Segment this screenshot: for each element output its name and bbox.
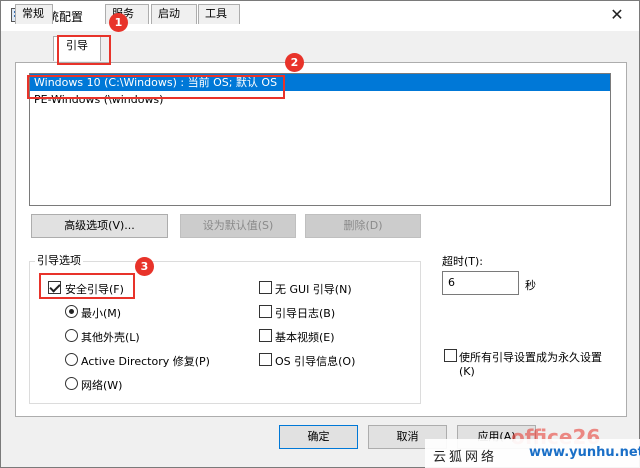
- boot-log-checkbox[interactable]: [259, 305, 272, 318]
- boot-tab-highlight: [57, 35, 111, 65]
- step-marker-2: 2: [285, 53, 304, 72]
- os-entry-highlight: [27, 75, 285, 99]
- alternate-shell-radio[interactable]: [65, 329, 78, 342]
- network-label[interactable]: 网络(W): [81, 377, 122, 393]
- base-video-checkbox[interactable]: [259, 329, 272, 342]
- boot-log-label[interactable]: 引导日志(B): [275, 305, 335, 321]
- base-video-label[interactable]: 基本视频(E): [275, 329, 335, 345]
- tab-startup[interactable]: 启动: [151, 4, 197, 24]
- network-radio[interactable]: [65, 377, 78, 390]
- close-icon[interactable]: ✕: [605, 4, 629, 26]
- permanent-settings-label[interactable]: 使所有引导设置成为永久设置: [459, 349, 602, 365]
- step-marker-3: 3: [135, 257, 154, 276]
- alternate-shell-label[interactable]: 其他外壳(L): [81, 329, 140, 345]
- permanent-settings-shortcut[interactable]: (K): [459, 365, 475, 378]
- watermark-brand: 云狐网络: [433, 450, 498, 465]
- set-default-button[interactable]: 设为默认值(S): [180, 214, 296, 238]
- watermark-url: www.yunhu.net: [529, 445, 640, 460]
- step-marker-1: 1: [109, 13, 128, 32]
- os-boot-info-label[interactable]: OS 引导信息(O): [275, 353, 355, 369]
- no-gui-boot-checkbox[interactable]: [259, 281, 272, 294]
- timeout-input[interactable]: 6: [442, 271, 519, 295]
- safe-boot-highlight: [39, 273, 135, 299]
- ok-button[interactable]: 确定: [279, 425, 358, 449]
- delete-button[interactable]: 删除(D): [305, 214, 421, 238]
- os-boot-info-checkbox[interactable]: [259, 353, 272, 366]
- no-gui-boot-label[interactable]: 无 GUI 引导(N): [275, 281, 352, 297]
- permanent-settings-checkbox[interactable]: [444, 349, 457, 362]
- title-bar: 系统配置 ✕: [1, 1, 639, 31]
- timeout-label: 超时(T):: [442, 255, 484, 268]
- minimal-label[interactable]: 最小(M): [81, 305, 121, 321]
- site-watermark: 云狐网络 www.yunhu.net: [425, 439, 640, 468]
- system-config-window: 系统配置 ✕ 常规 引导 服务 启动 工具 Windows 10 (C:\Win…: [0, 0, 640, 468]
- active-directory-radio[interactable]: [65, 353, 78, 366]
- active-directory-label[interactable]: Active Directory 修复(P): [81, 353, 210, 369]
- boot-options-label: 引导选项: [35, 252, 83, 268]
- advanced-options-button[interactable]: 高级选项(V)...: [31, 214, 168, 238]
- tab-general[interactable]: 常规: [15, 4, 53, 24]
- timeout-unit: 秒: [525, 279, 536, 292]
- minimal-radio[interactable]: [65, 305, 78, 318]
- tab-tools[interactable]: 工具: [198, 4, 240, 24]
